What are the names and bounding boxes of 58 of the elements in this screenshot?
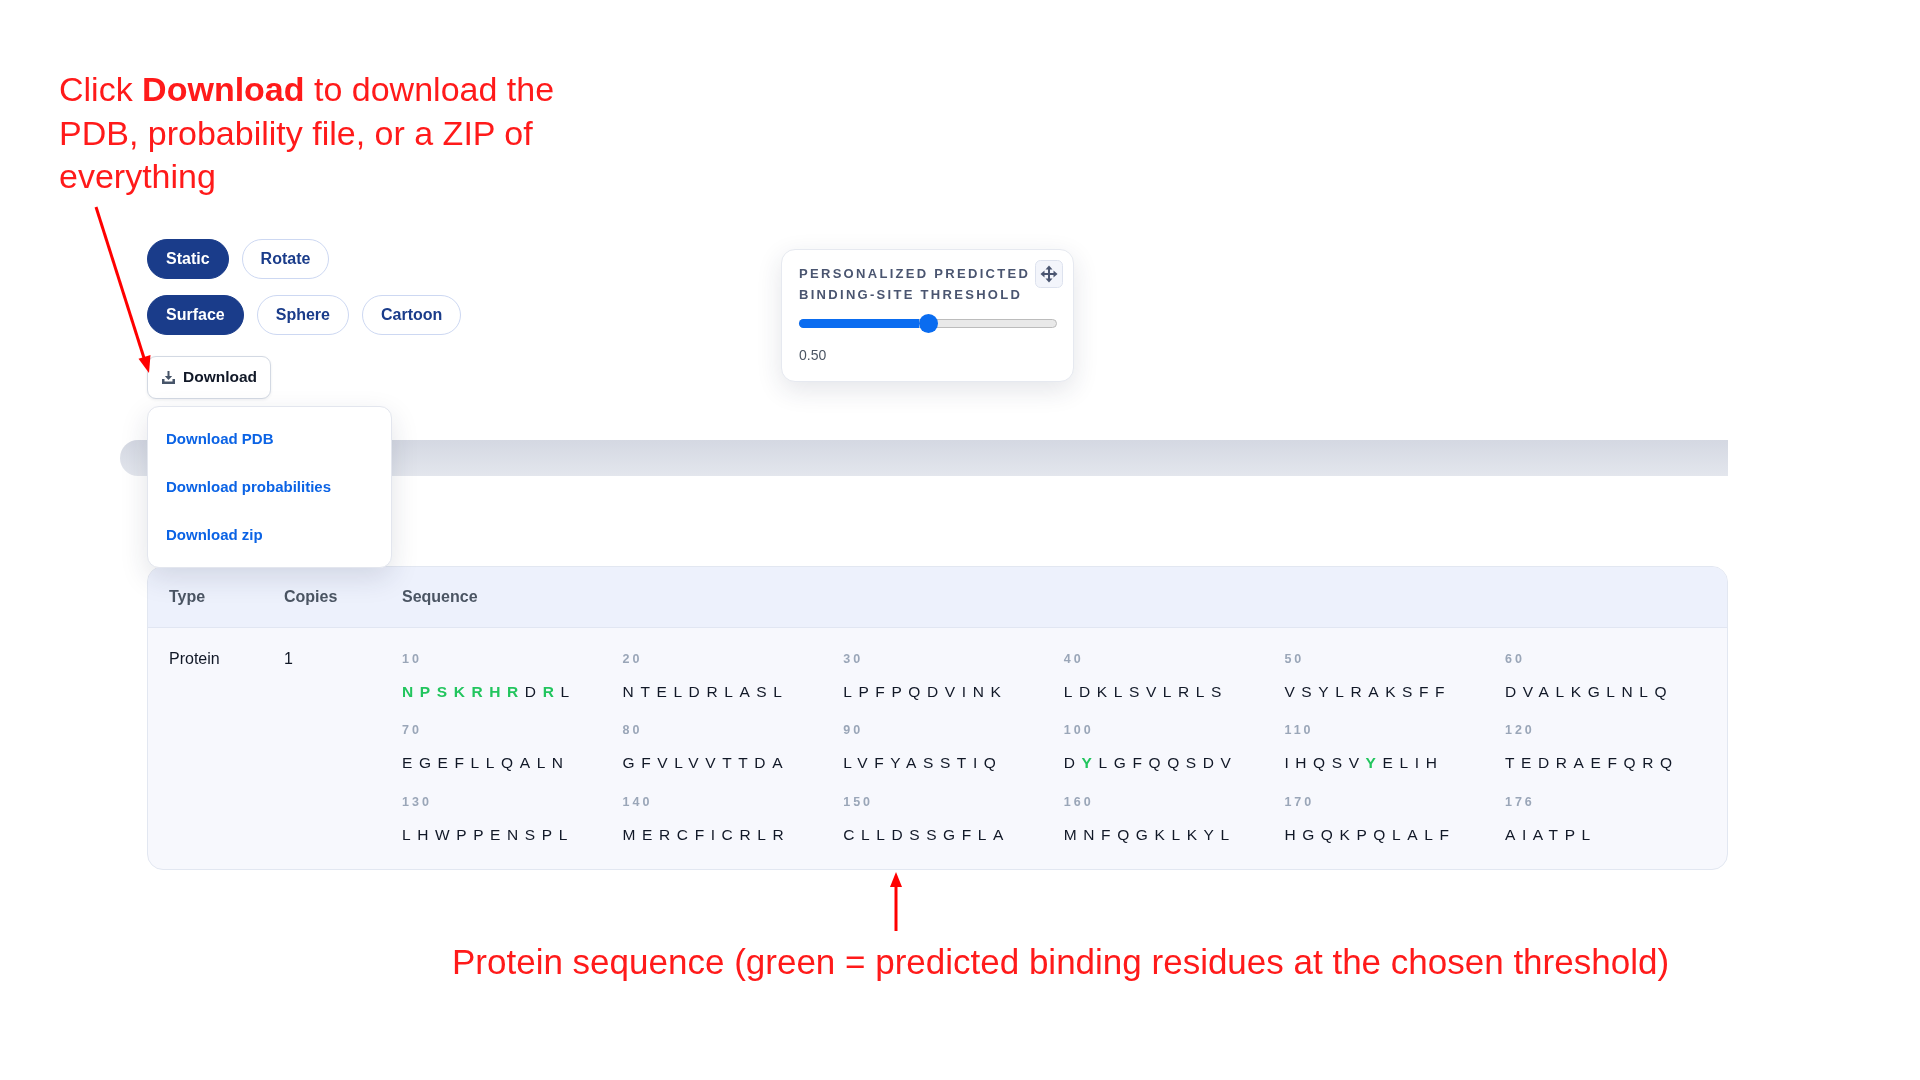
annotation-arrow xyxy=(889,872,903,931)
residue-number: 120 xyxy=(1504,722,1535,738)
annotation-text: Protein sequence (green = predicted binding residues at the chosen threshold) xyxy=(452,940,1670,983)
column-header: Type xyxy=(169,586,206,607)
sequence-text: NTELDRLASL xyxy=(622,681,789,702)
residue-number: 140 xyxy=(622,793,653,810)
sequence-text: CLLDSSGFLA xyxy=(843,824,1010,845)
residue-number: 60 xyxy=(1504,650,1525,667)
sequence-text: LHWPPENSPL xyxy=(402,824,574,845)
panel-title: PERSONALIZED PREDICTED BINDING-SITE THRESHOLD xyxy=(799,264,1032,304)
column-header: Sequence xyxy=(402,586,478,607)
residue-number: 70 xyxy=(402,722,422,738)
menu-item[interactable]: Download PDB xyxy=(148,414,391,463)
sequence-text: AIATPL xyxy=(1504,824,1597,845)
residue-number: 176 xyxy=(1504,793,1535,810)
residue-number: 80 xyxy=(622,722,643,738)
menu-item[interactable]: Download probabilities xyxy=(148,462,391,511)
download-icon xyxy=(162,370,175,384)
sequence-text: MERCFICRLR xyxy=(622,824,791,845)
residue-number: 20 xyxy=(622,650,643,667)
residue-number: 30 xyxy=(843,650,864,667)
sequence-text: LDKLSVLRLS xyxy=(1063,681,1228,702)
motion-toggle-button[interactable]: Rotate xyxy=(241,238,330,279)
residue-number: 90 xyxy=(843,722,864,738)
table-cell: Protein xyxy=(169,650,220,667)
sequence-text: HGQKPQLALF xyxy=(1284,824,1456,845)
sequence-text: DVALKGLNLQ xyxy=(1504,681,1674,702)
table-cell: 1 xyxy=(284,650,293,667)
sequence-text: LPFPQDVINK xyxy=(843,681,1008,702)
sequence-text: GFVLVVTTDA xyxy=(622,753,790,773)
residue-number: 160 xyxy=(1063,793,1094,810)
sequence-text: VSYLRAKSFF xyxy=(1284,681,1452,702)
sequence-text: LVFYASSTIQ xyxy=(843,753,1003,773)
column-header: Copies xyxy=(284,586,338,607)
residue-number: 150 xyxy=(843,793,874,810)
motion-toggle-button[interactable]: Static xyxy=(147,238,229,279)
sequence-text: NPSKRHR D R L xyxy=(402,681,576,702)
annotation-text: Click Download to download the PDB, probability file, or a ZIP of everything xyxy=(59,69,556,197)
slider-thumb[interactable] xyxy=(918,313,938,333)
residue-number: 10 xyxy=(402,650,422,667)
download-button[interactable]: Download xyxy=(147,355,272,399)
sequence-text: D Y LGFQQSDV xyxy=(1063,753,1238,773)
style-toggle-button[interactable]: Sphere xyxy=(256,294,349,335)
residue-number: 170 xyxy=(1284,793,1315,810)
style-toggle-button[interactable]: Surface xyxy=(147,294,244,335)
residue-number: 130 xyxy=(402,793,432,810)
sequence-text: MNFQGKLKYL xyxy=(1063,824,1236,845)
residue-number: 110 xyxy=(1284,722,1314,738)
sequence-text: EGEFLLQALN xyxy=(402,753,570,773)
menu-item[interactable]: Download zip xyxy=(148,510,391,559)
slider-value: 0.50 xyxy=(799,345,828,365)
sequence-text: IHQSV Y ELIH xyxy=(1284,753,1444,773)
style-toggle-button[interactable]: Cartoon xyxy=(361,294,462,335)
residue-number: 100 xyxy=(1063,722,1094,738)
sequence-text: TEDRAEFQRQ xyxy=(1504,753,1679,773)
residue-number: 40 xyxy=(1063,650,1084,667)
residue-number: 50 xyxy=(1284,650,1305,667)
move-icon[interactable] xyxy=(1035,259,1063,288)
